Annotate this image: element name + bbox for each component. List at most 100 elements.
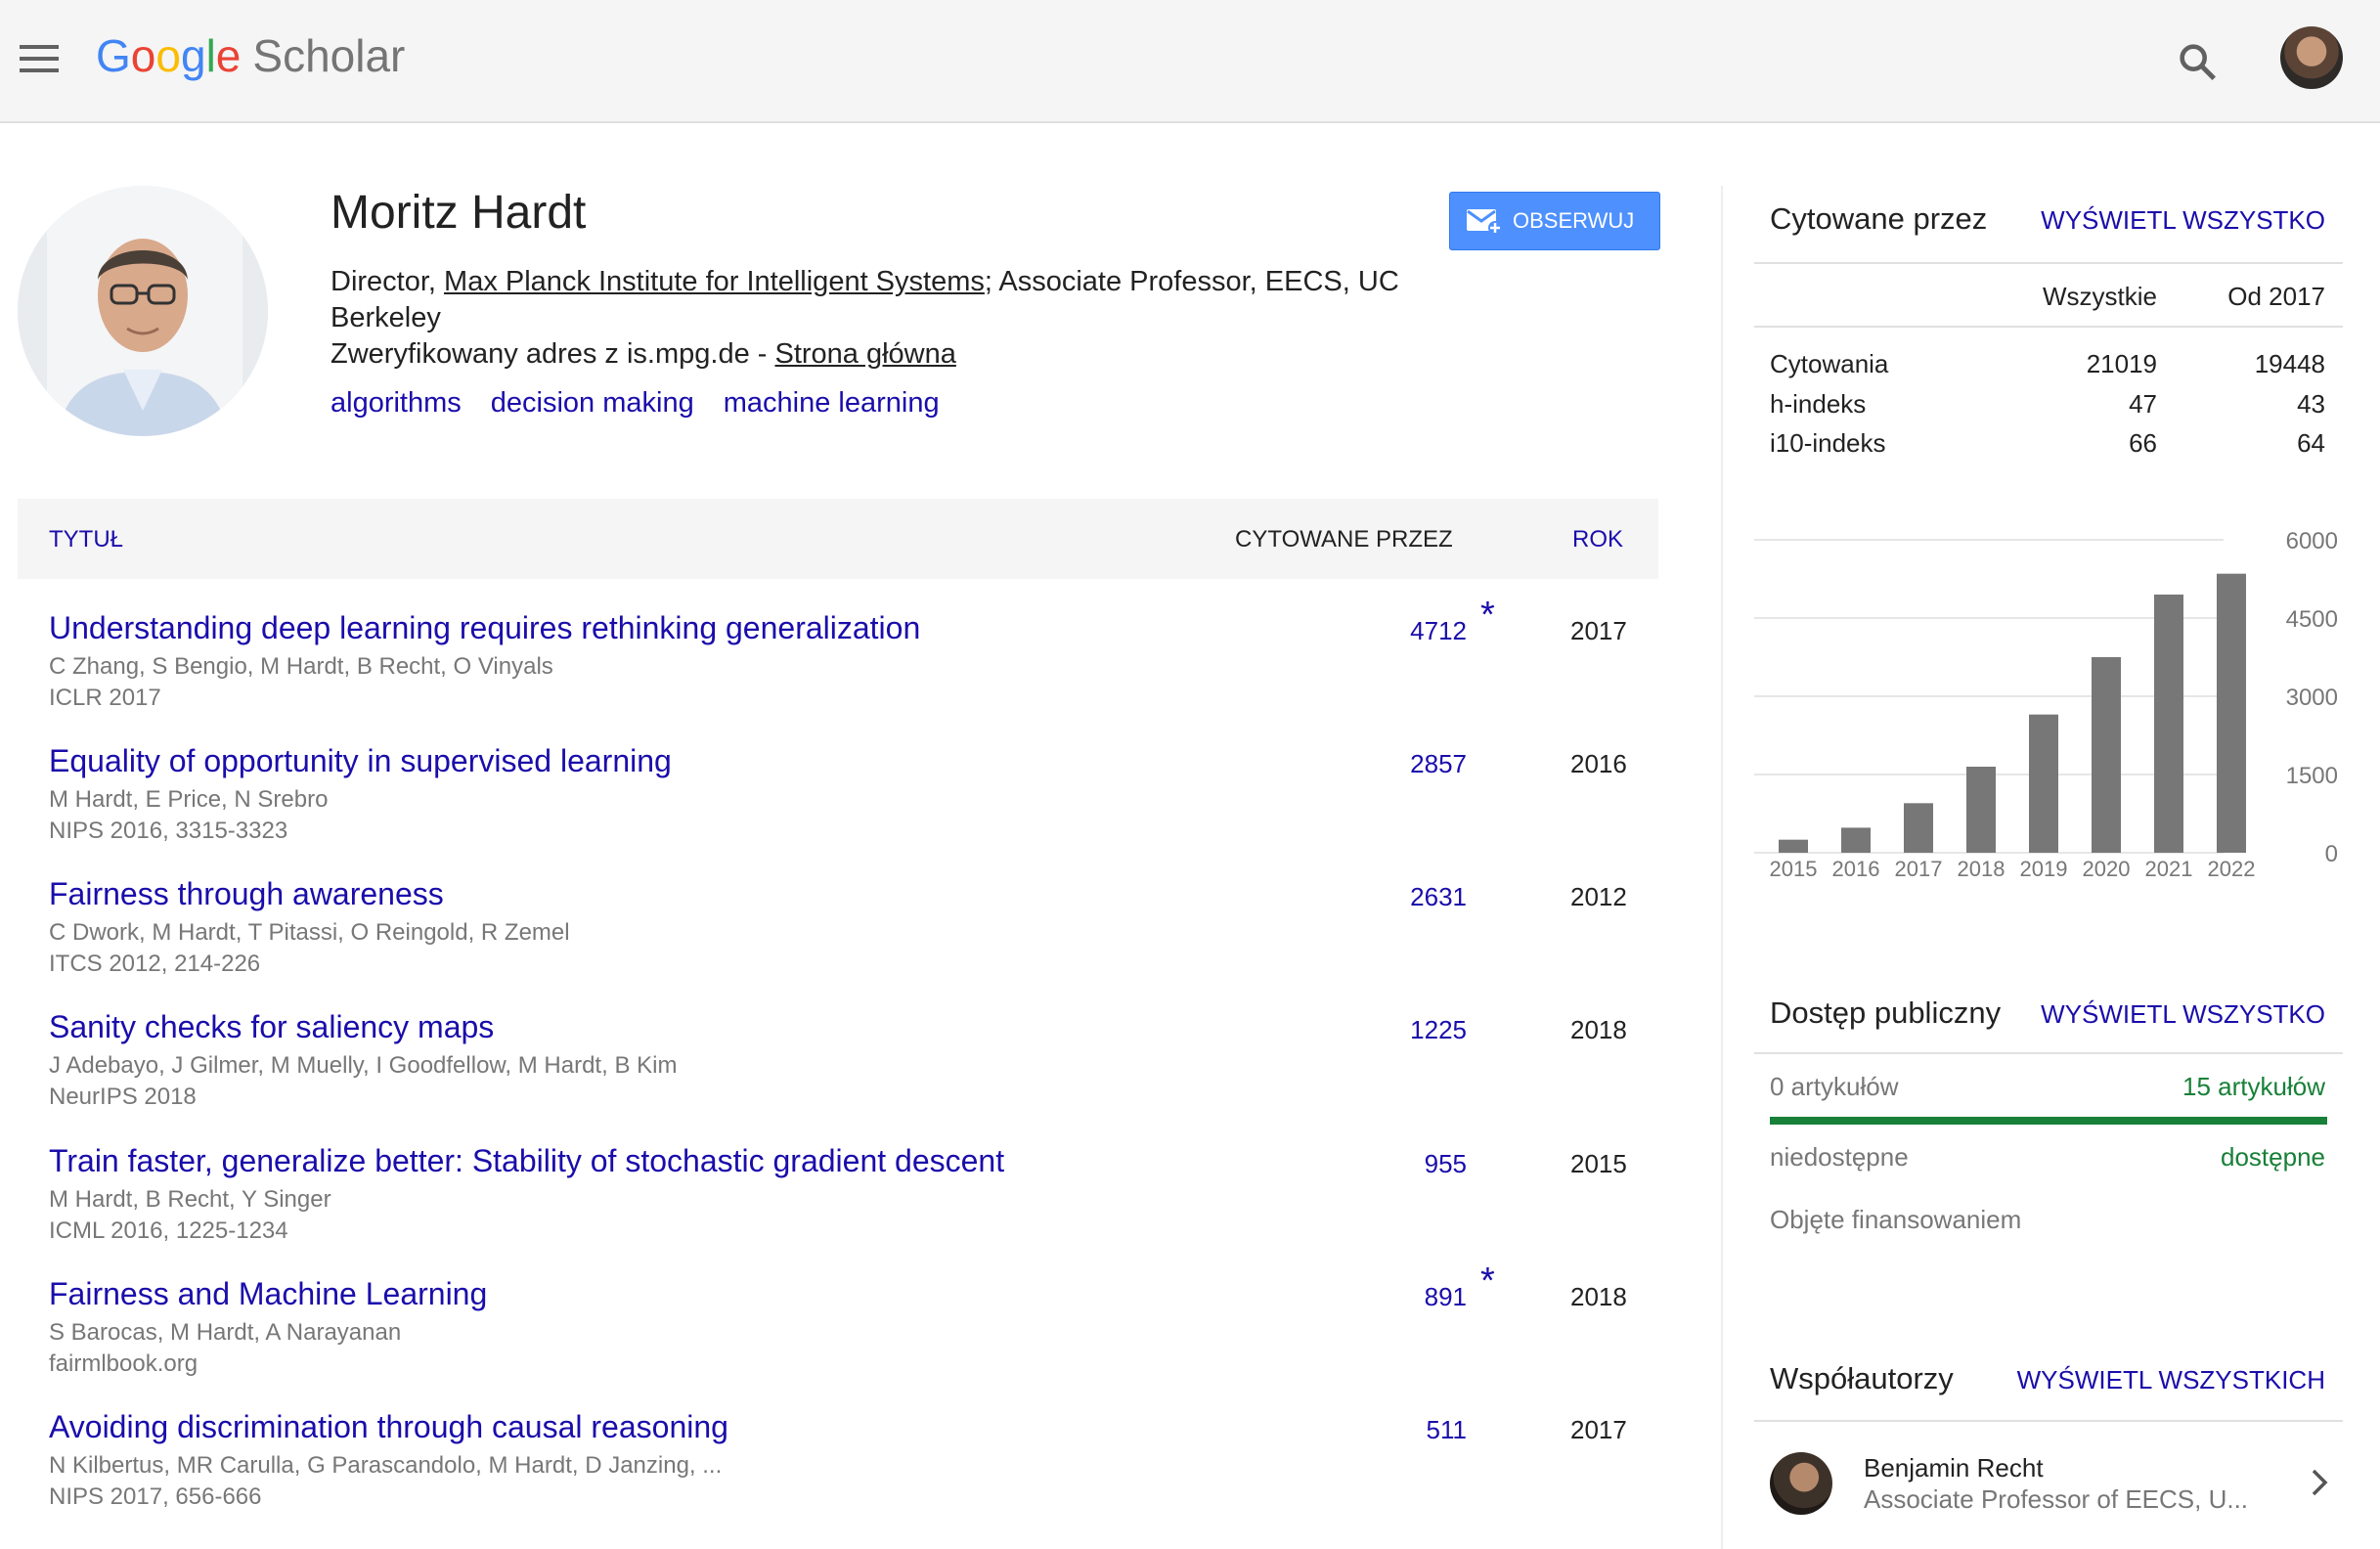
sort-by-year[interactable]: ROK	[1572, 526, 1623, 553]
x-tick-label: 2022	[2208, 857, 2256, 881]
article-title-link[interactable]: Equality of opportunity in supervised le…	[49, 743, 672, 779]
col-all-header: Wszystkie	[2043, 282, 2157, 311]
article-venue: fairmlbook.org	[49, 1350, 198, 1377]
x-tick-label: 2021	[2145, 857, 2193, 881]
y-tick-label: 0	[2325, 841, 2338, 867]
chart-bar[interactable]	[1841, 827, 1871, 853]
article-venue: NIPS 2016, 3315-3323	[49, 818, 288, 844]
article-authors: N Kilbertus, MR Carulla, G Parascandolo,…	[49, 1452, 723, 1479]
interest-link[interactable]: machine learning	[724, 387, 940, 419]
column-divider	[1721, 186, 1723, 1549]
account-avatar[interactable]	[2280, 26, 2343, 89]
funding-mandates-label: Objęte finansowaniem	[1770, 1205, 2022, 1234]
article-venue: NIPS 2017, 656-666	[49, 1483, 262, 1510]
cited-by-view-all-link[interactable]: WYŚWIETL WSZYSTKO	[2041, 205, 2325, 236]
unavailable-count: 0 artykułów	[1770, 1072, 1899, 1101]
interests-list: algorithms decision making machine learnin…	[331, 387, 969, 420]
article-title-link[interactable]: Understanding deep learning requires ret…	[49, 610, 920, 646]
chevron-right-icon[interactable]	[2306, 1465, 2333, 1500]
table-row: Understanding deep learning requires ret…	[18, 595, 1658, 743]
x-tick-label: 2019	[2020, 857, 2068, 881]
article-venue: ICML 2016, 1225-1234	[49, 1217, 288, 1244]
cited-count-link[interactable]: 4712	[1410, 616, 1467, 646]
articles-table-header: TYTUŁ CYTOWANE PRZEZ ROK	[18, 499, 1658, 579]
search-icon[interactable]	[2175, 39, 2220, 84]
stat-all-value: 47	[2129, 389, 2157, 419]
cited-count-link[interactable]: 1225	[1410, 1015, 1467, 1045]
col-since-header: Od 2017	[2227, 282, 2325, 311]
stat-label[interactable]: h-indeks	[1770, 389, 1866, 420]
citations-per-year-chart: 2015 2016 2017 2018 2019 2020 2021 2022 6000 450…	[1754, 528, 2338, 881]
article-authors: M Hardt, E Price, N Srebro	[49, 786, 329, 813]
chart-bar[interactable]	[1904, 803, 1933, 853]
stat-label[interactable]: Cytowania	[1770, 349, 1888, 379]
article-year: 2015	[1570, 1149, 1627, 1178]
article-authors: J Adebayo, J Gilmer, M Muelly, I Goodfel…	[49, 1052, 678, 1079]
top-bar: Google Scholar	[0, 0, 2380, 123]
homepage-link[interactable]: Strona główna	[774, 338, 955, 370]
merged-citations-star[interactable]: *	[1480, 595, 1495, 637]
stat-label[interactable]: i10-indeks	[1770, 428, 1886, 459]
interest-link[interactable]: algorithms	[331, 387, 462, 419]
x-tick-label: 2015	[1770, 857, 1818, 881]
affiliation-link[interactable]: Max Planck Institute for Intelligent Sys…	[444, 266, 985, 297]
hamburger-menu-icon[interactable]	[20, 45, 59, 74]
interest-link[interactable]: decision making	[491, 387, 694, 419]
article-year: 2012	[1570, 882, 1627, 911]
y-tick-label: 4500	[2286, 606, 2338, 633]
cited-count-link[interactable]: 2857	[1410, 749, 1467, 779]
merged-citations-star[interactable]: *	[1480, 1261, 1495, 1303]
article-year: 2016	[1570, 749, 1627, 778]
coauthor-affiliation: Associate Professor of EECS, U...	[1864, 1484, 2249, 1514]
article-title-link[interactable]: Sanity checks for saliency maps	[49, 1009, 494, 1045]
stat-all-value: 66	[2129, 428, 2157, 458]
article-year: 2018	[1570, 1015, 1627, 1044]
chart-bar[interactable]	[1779, 839, 1808, 853]
x-tick-label: 2017	[1895, 857, 1943, 881]
coauthors-view-all-link[interactable]: WYŚWIETL WSZYSTKICH	[2017, 1365, 2325, 1395]
verified-email: Zweryfikowany adres z is.mpg.de - Strona…	[331, 338, 956, 370]
sort-by-title[interactable]: TYTUŁ	[49, 526, 123, 553]
table-row: Train faster, generalize better: Stabili…	[18, 1143, 1658, 1276]
article-venue: ICLR 2017	[49, 685, 161, 711]
article-title-link[interactable]: Fairness and Machine Learning	[49, 1276, 487, 1312]
coauthors-heading: Współautorzy	[1770, 1361, 1954, 1395]
stat-since-value: 43	[2297, 389, 2325, 419]
chart-bar[interactable]	[2217, 573, 2246, 853]
google-scholar-logo[interactable]: Google Scholar	[96, 29, 405, 82]
follow-button[interactable]: OBSERWUJ	[1449, 192, 1660, 250]
table-row: Fairness through awareness C Dwork, M Ha…	[18, 876, 1658, 1009]
divider	[1754, 326, 2343, 328]
open-access-view-all-link[interactable]: WYŚWIETL WSZYSTKO	[2041, 999, 2325, 1030]
available-count: 15 artykułów	[2182, 1072, 2325, 1101]
coauthor-avatar[interactable]	[1770, 1452, 1832, 1515]
stat-since-value: 19448	[2254, 349, 2325, 378]
stat-since-value: 64	[2297, 428, 2325, 458]
article-year: 2017	[1570, 1415, 1627, 1444]
available-label: dostępne	[2221, 1142, 2325, 1172]
article-title-link[interactable]: Avoiding discrimination through causal r…	[49, 1409, 728, 1445]
chart-bar[interactable]	[2154, 595, 2183, 853]
chart-bar[interactable]	[1966, 767, 1996, 853]
y-tick-label: 1500	[2286, 763, 2338, 789]
divider	[1754, 262, 2343, 264]
mail-add-icon	[1467, 209, 1502, 235]
article-authors: S Barocas, M Hardt, A Narayanan	[49, 1319, 402, 1346]
cited-count-link[interactable]: 2631	[1410, 882, 1467, 912]
table-row: Equality of opportunity in supervised le…	[18, 743, 1658, 876]
table-row: Avoiding discrimination through causal r…	[18, 1409, 1658, 1542]
article-venue: NeurIPS 2018	[49, 1084, 197, 1110]
article-title-link[interactable]: Train faster, generalize better: Stabili…	[49, 1143, 1004, 1179]
unavailable-label: niedostępne	[1770, 1142, 1909, 1172]
cited-by-column-header[interactable]: CYTOWANE PRZEZ	[1235, 526, 1453, 553]
coauthor-name[interactable]: Benjamin Recht	[1864, 1453, 2044, 1483]
chart-bar[interactable]	[2029, 714, 2058, 853]
chart-bar[interactable]	[2092, 657, 2121, 853]
cited-count-link[interactable]: 511	[1427, 1415, 1467, 1445]
cited-count-link[interactable]: 891	[1425, 1282, 1467, 1312]
article-title-link[interactable]: Fairness through awareness	[49, 876, 444, 912]
article-authors: C Zhang, S Bengio, M Hardt, B Recht, O V…	[49, 653, 553, 680]
follow-label: OBSERWUJ	[1513, 208, 1635, 233]
profile-photo	[18, 186, 268, 436]
cited-count-link[interactable]: 955	[1425, 1149, 1467, 1179]
